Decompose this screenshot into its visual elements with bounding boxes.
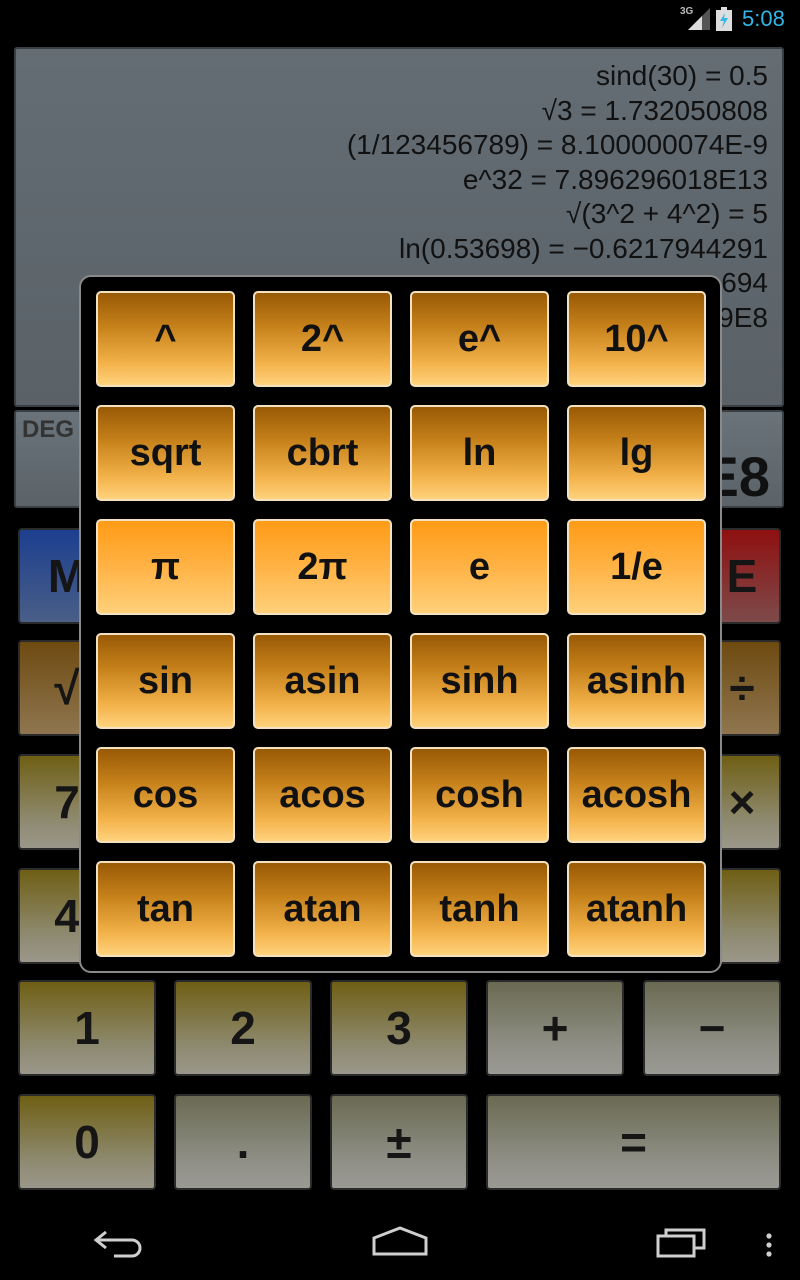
acosh-button[interactable]: acosh xyxy=(567,747,706,843)
cbrt-label: cbrt xyxy=(286,431,359,474)
sign-toggle-label: ± xyxy=(386,1116,412,1168)
ln-label: ln xyxy=(462,431,497,474)
two-pi-label: 2π xyxy=(297,545,348,588)
inverse-euler-label: 1/e xyxy=(610,545,663,588)
function-popup: ^ 2^ e^ 10^ sqrt cbrt ln lg π 2π e 1/e s… xyxy=(79,275,722,973)
euler-label: e xyxy=(468,545,491,588)
history-line[interactable]: e^32 = 7.896296018E13 xyxy=(16,163,768,198)
atan-label: atan xyxy=(283,887,362,930)
decimal-point-key[interactable]: . xyxy=(174,1094,312,1190)
sqrt-button[interactable]: sqrt xyxy=(96,405,235,501)
clock: 5:08 xyxy=(742,6,785,31)
sinh-button[interactable]: sinh xyxy=(410,633,549,729)
asin-button[interactable]: asin xyxy=(253,633,392,729)
minus-key[interactable]: − xyxy=(643,980,781,1076)
sin-label: sin xyxy=(138,659,193,702)
atanh-button[interactable]: atanh xyxy=(567,861,706,957)
status-bar: 3G 5:08 xyxy=(0,0,800,38)
cbrt-button[interactable]: cbrt xyxy=(253,405,392,501)
back-icon[interactable] xyxy=(92,1226,148,1258)
divide-key-label: ÷ xyxy=(729,662,755,714)
tan-button[interactable]: tan xyxy=(96,861,235,957)
tan-label: tan xyxy=(137,887,194,930)
power-of-10-label: 10^ xyxy=(604,317,669,360)
history-line[interactable]: sind(30) = 0.5 xyxy=(16,59,768,94)
pi-label: π xyxy=(150,545,181,588)
overflow-menu-icon[interactable] xyxy=(764,1232,774,1258)
cos-label: cos xyxy=(132,773,199,816)
history-line[interactable]: ln(0.53698) = −0.6217944291 xyxy=(16,232,768,267)
equals-key-label: = xyxy=(620,1116,647,1168)
clear-button-label: E xyxy=(726,550,758,602)
exp-button[interactable]: e^ xyxy=(410,291,549,387)
navigation-bar xyxy=(0,1196,800,1280)
acos-button[interactable]: acos xyxy=(253,747,392,843)
inverse-euler-button[interactable]: 1/e xyxy=(567,519,706,615)
atanh-label: atanh xyxy=(585,887,688,930)
asinh-button[interactable]: asinh xyxy=(567,633,706,729)
cosh-button[interactable]: cosh xyxy=(410,747,549,843)
history-line[interactable]: (1/123456789) = 8.100000074E-9 xyxy=(16,128,768,163)
plus-key-label: + xyxy=(541,1002,569,1054)
plus-key[interactable]: + xyxy=(486,980,624,1076)
exp-label: e^ xyxy=(457,317,502,360)
acosh-label: acosh xyxy=(581,773,692,816)
euler-button[interactable]: e xyxy=(410,519,549,615)
lg-label: lg xyxy=(619,431,654,474)
minus-key-label: − xyxy=(698,1002,726,1054)
tanh-button[interactable]: tanh xyxy=(410,861,549,957)
decimal-point-label: . xyxy=(236,1116,250,1168)
acos-label: acos xyxy=(279,773,366,816)
power-of-10-button[interactable]: 10^ xyxy=(567,291,706,387)
digit-0-key[interactable]: 0 xyxy=(18,1094,156,1190)
digit-3-key[interactable]: 3 xyxy=(330,980,468,1076)
ln-button[interactable]: ln xyxy=(410,405,549,501)
atan-button[interactable]: atan xyxy=(253,861,392,957)
power-button[interactable]: ^ xyxy=(96,291,235,387)
power-of-2-button[interactable]: 2^ xyxy=(253,291,392,387)
digit-1-key[interactable]: 1 xyxy=(18,980,156,1076)
pi-button[interactable]: π xyxy=(96,519,235,615)
lg-button[interactable]: lg xyxy=(567,405,706,501)
sqrt-key-label: √ xyxy=(54,662,80,714)
digit-2-label: 2 xyxy=(230,1002,256,1054)
asin-label: asin xyxy=(284,659,361,702)
cos-button[interactable]: cos xyxy=(96,747,235,843)
sign-toggle-key[interactable]: ± xyxy=(330,1094,468,1190)
power-of-2-label: 2^ xyxy=(300,317,345,360)
sin-button[interactable]: sin xyxy=(96,633,235,729)
digit-1-label: 1 xyxy=(74,1002,100,1054)
sinh-label: sinh xyxy=(440,659,519,702)
digit-2-key[interactable]: 2 xyxy=(174,980,312,1076)
history-line[interactable]: √3 = 1.732050808 xyxy=(16,94,768,129)
battery-charging-icon xyxy=(716,7,732,31)
equals-key[interactable]: = xyxy=(486,1094,781,1190)
history-line[interactable]: √(3^2 + 4^2) = 5 xyxy=(16,197,768,232)
cosh-label: cosh xyxy=(435,773,524,816)
recent-apps-icon[interactable] xyxy=(654,1226,708,1258)
angle-mode-label[interactable]: DEG xyxy=(22,416,74,444)
tanh-label: tanh xyxy=(439,887,520,930)
asinh-label: asinh xyxy=(586,659,687,702)
two-pi-button[interactable]: 2π xyxy=(253,519,392,615)
sqrt-label: sqrt xyxy=(129,431,202,474)
digit-7-label: 7 xyxy=(54,776,80,828)
multiply-key-label: × xyxy=(728,776,756,828)
digit-0-label: 0 xyxy=(74,1116,100,1168)
digit-4-label: 4 xyxy=(54,890,80,942)
power-label: ^ xyxy=(154,317,177,360)
signal-icon xyxy=(688,8,710,30)
home-icon[interactable] xyxy=(370,1226,430,1256)
digit-3-label: 3 xyxy=(386,1002,412,1054)
